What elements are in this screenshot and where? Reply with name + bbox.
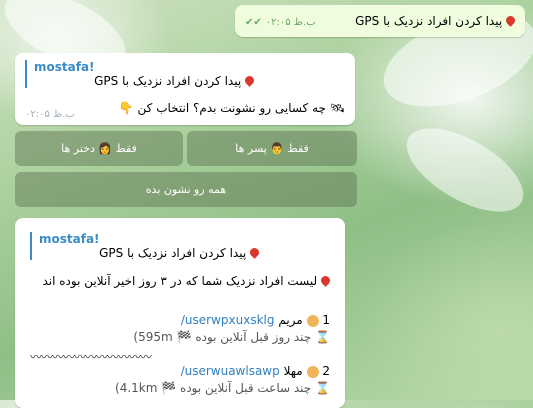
woman-icon [306,314,319,327]
reply-quote[interactable]: mostafa! پیدا کردن افراد نزدیک با GPS [25,60,254,88]
user-status-1: ⌛ چند روز قبل آنلاین بوده 🏁 (595m [133,330,330,344]
user-link-2[interactable]: /userwuawlsawp [181,364,280,378]
reply-text: پیدا کردن افراد نزدیک با GPS [39,246,259,260]
outgoing-message[interactable]: پیدا کردن افراد نزدیک با GPS ✔✔ ب.ظ ۰۲:۰… [235,5,525,37]
reply-quote[interactable]: mostafa! پیدا کردن افراد نزدیک با GPS [30,232,259,260]
outgoing-message-meta: ✔✔ ب.ظ ۰۲:۰۵ [245,17,316,28]
hourglass-icon: ⌛ [315,381,330,395]
checkered-flag-icon: 🏁 [176,330,192,344]
divider: 〰〰〰〰〰〰〰〰〰〰〰 [30,350,152,364]
pin-icon [250,248,259,259]
user-row-2: 2 مهلا /userwuawlsawp [180,364,330,378]
point-down-icon: 👇 [118,101,134,115]
incoming-message[interactable]: mostafa! پیدا کردن افراد نزدیک با GPS لی… [15,218,345,408]
outgoing-message-text: پیدا کردن افراد نزدیک با GPS [355,14,515,28]
woman-icon [306,365,319,378]
background-petal [393,111,533,229]
satellite-icon: 🛰 [329,101,345,115]
pin-icon [506,16,515,27]
pin-icon [245,76,254,87]
reply-author: mostafa! [34,60,95,74]
incoming-message[interactable]: mostafa! پیدا کردن افراد نزدیک با GPS 🛰 … [15,53,355,125]
show-all-button[interactable]: همه رو نشون بده [15,172,357,207]
list-header: لیست افراد نزدیک شما که در ۳ روز اخیر آن… [42,274,330,288]
message-time: ب.ظ ۰۲:۰۵ [25,109,75,120]
user-link-1[interactable]: /userwpxuxsklg [181,313,275,327]
boys-only-button[interactable]: فقط 👨 پسر ها [187,131,357,166]
hourglass-icon: ⌛ [315,330,330,344]
user-row-1: 1 مریم /userwpxuxsklg [180,313,330,327]
reply-text: پیدا کردن افراد نزدیک با GPS [34,74,254,88]
message-text: 🛰 چه کسایی رو نشونت بدم؟ انتخاب کن 👇 [118,101,345,115]
pin-icon [321,276,330,287]
user-status-2: ⌛ چند ساعت قبل آنلاین بوده 🏁 (4.1km [115,381,330,395]
checkered-flag-icon: 🏁 [161,381,177,395]
reply-author: mostafa! [39,232,100,246]
girls-only-button[interactable]: فقط 👩 دختر ها [15,131,183,166]
double-check-icon: ✔✔ [245,17,262,28]
